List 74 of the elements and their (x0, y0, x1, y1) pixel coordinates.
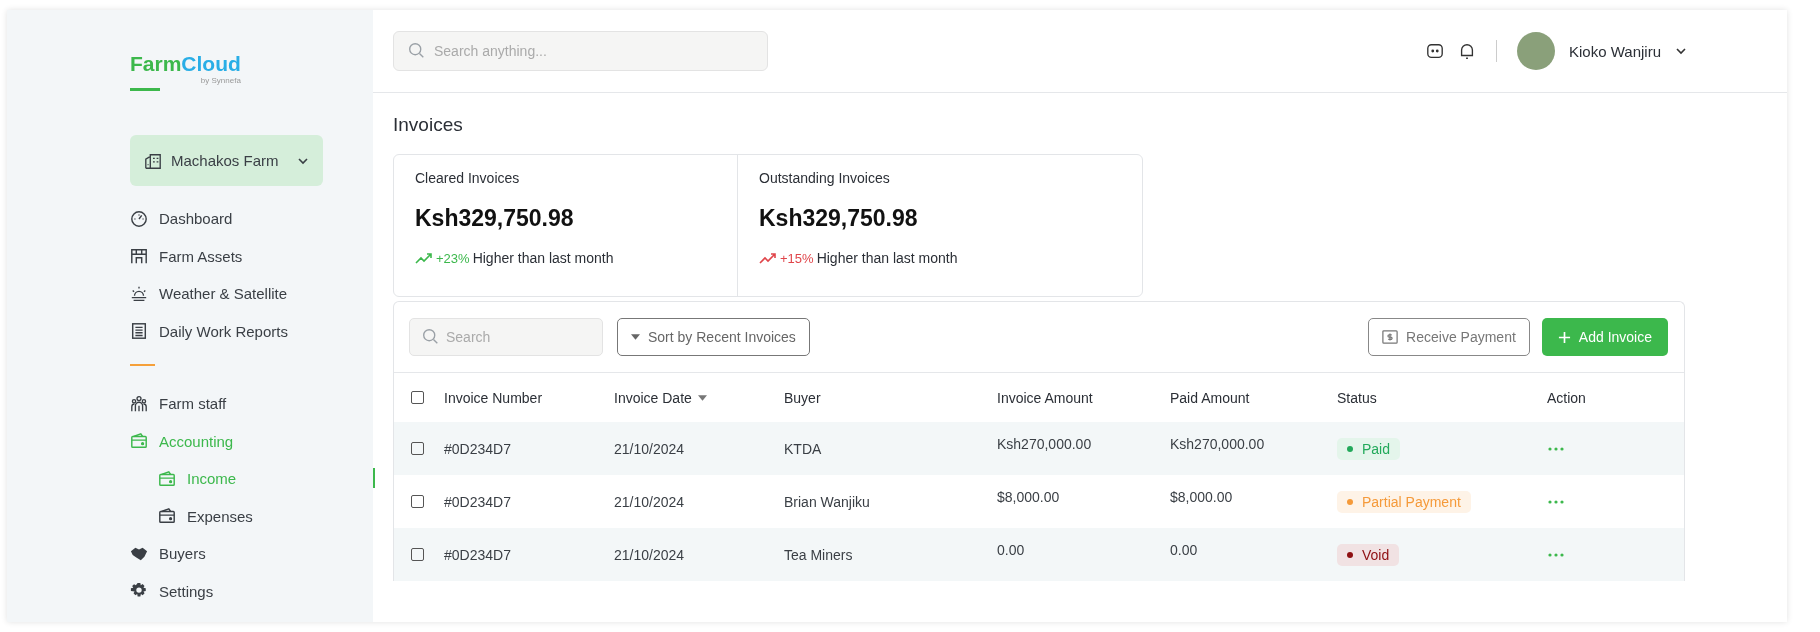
brand-tagline: by Synnefa (200, 76, 241, 86)
search-icon (408, 42, 425, 59)
chevron-down-icon[interactable] (1675, 45, 1687, 57)
sidebar-item[interactable]: Weather & Satellite (130, 275, 370, 313)
sidebar-icon (130, 209, 148, 228)
plus-icon (1557, 330, 1571, 344)
sidebar-item[interactable]: Settings (130, 572, 370, 610)
caret-down-icon (631, 334, 640, 340)
column-header[interactable]: Status (1337, 389, 1377, 406)
select-all-checkbox[interactable] (411, 391, 424, 404)
sort-button[interactable]: Sort by Recent Invoices (617, 318, 810, 356)
avatar[interactable] (1517, 32, 1555, 70)
sidebar-icon (130, 394, 148, 413)
search-icon (422, 328, 439, 345)
table-cell: 0.00 (1170, 542, 1198, 558)
chat-icon[interactable] (1426, 42, 1444, 60)
change-percent: +23% (436, 250, 470, 266)
column-header[interactable]: Paid Amount (1170, 389, 1250, 406)
column-header[interactable]: Invoice Amount (997, 389, 1093, 406)
wallet-icon (158, 507, 176, 526)
user-name[interactable]: Kioko Wanjiru (1569, 42, 1661, 60)
status-tag: Void (1337, 543, 1400, 566)
table-cell: 0.00 (997, 542, 1025, 558)
card-value: Ksh329,750.98 (759, 205, 918, 232)
cash-icon (1382, 329, 1399, 345)
row-checkbox[interactable] (411, 495, 424, 508)
table-cell: $8,000.00 (1170, 489, 1233, 505)
column-header[interactable]: Invoice Number (444, 389, 543, 406)
sidebar-item[interactable]: Dashboard (130, 200, 370, 238)
sidebar-icon (130, 322, 148, 341)
table-cell: 21/10/2024 (614, 440, 685, 457)
sidebar-subitem[interactable]: Expenses (130, 497, 398, 535)
column-header[interactable]: Invoice Date (614, 389, 707, 406)
building-icon (144, 151, 162, 170)
sidebar-item[interactable]: Farm staff (130, 385, 370, 423)
card-value: Ksh329,750.98 (415, 205, 574, 232)
table-cell: Brian Wanjiku (784, 493, 870, 510)
status-tag: Paid (1337, 437, 1401, 460)
caret-down-icon (697, 394, 707, 401)
sidebar-item[interactable]: Daily Work Reports (130, 312, 370, 350)
table-cell: #0D234D7 (444, 493, 511, 510)
table-cell: Ksh270,000.00 (1170, 436, 1265, 452)
sidebar-item[interactable]: Farm Assets (130, 237, 370, 275)
sidebar-icon (130, 284, 148, 303)
search-field[interactable]: Search anything... (393, 31, 768, 71)
status-tag: Partial Payment (1337, 490, 1471, 513)
page-title: Invoices (393, 114, 464, 136)
bell-icon[interactable] (1458, 41, 1476, 61)
card-title: Outstanding Invoices (759, 170, 890, 186)
change-note: Higher than last month (816, 250, 958, 266)
receive-payment-button[interactable]: Receive Payment (1368, 318, 1530, 356)
table-cell: KTDA (784, 440, 822, 457)
sidebar-icon (130, 432, 148, 451)
table-cell: 21/10/2024 (614, 546, 685, 563)
brand-logo: FarmCloud (130, 52, 241, 76)
table-cell: #0D234D7 (444, 546, 511, 563)
column-header[interactable]: Buyer (784, 389, 821, 406)
wallet-icon (158, 469, 176, 488)
more-icon[interactable] (1548, 499, 1564, 504)
table-cell: #0D234D7 (444, 440, 511, 457)
table-cell: $8,000.00 (997, 489, 1060, 505)
farm-selector[interactable]: Machakos Farm (130, 135, 323, 186)
change-note: Higher than last month (472, 250, 614, 266)
change-percent: +15% (780, 250, 814, 266)
table-search-field[interactable]: Search (409, 318, 603, 356)
table-cell: 21/10/2024 (614, 493, 685, 510)
row-checkbox[interactable] (411, 548, 424, 561)
table-cell: Tea Miners (784, 546, 853, 563)
sidebar-icon (130, 247, 148, 266)
column-header[interactable]: Action (1547, 389, 1586, 406)
card-title: Cleared Invoices (415, 170, 520, 186)
table-cell: Ksh270,000.00 (997, 436, 1092, 452)
row-checkbox[interactable] (411, 442, 424, 455)
sidebar-item[interactable]: Buyers (130, 535, 370, 573)
